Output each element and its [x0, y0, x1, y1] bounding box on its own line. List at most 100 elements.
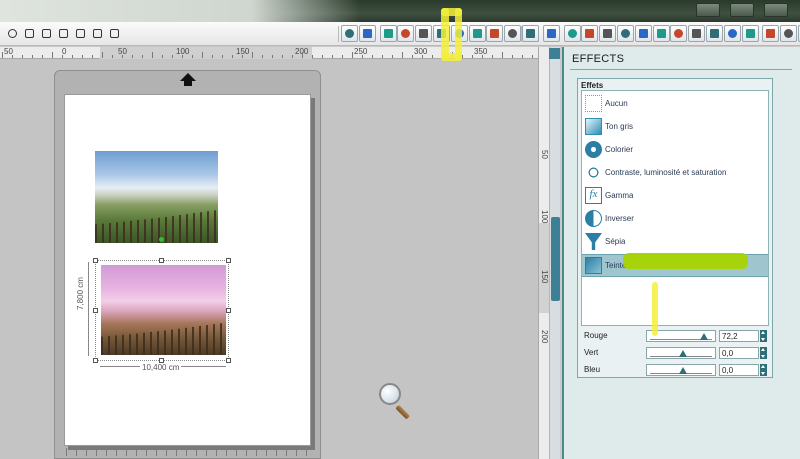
tablet-icon[interactable] [741, 25, 759, 42]
collapse-panel-icon[interactable] [549, 48, 560, 59]
photo-original[interactable] [95, 151, 218, 243]
spin-buttons[interactable] [760, 364, 767, 376]
resize-handle[interactable] [226, 358, 231, 363]
resize-handle[interactable] [93, 308, 98, 313]
align-icon[interactable] [634, 25, 652, 42]
zoom-out-icon[interactable] [55, 25, 72, 42]
octagon-icon[interactable] [468, 25, 486, 42]
frame-icon[interactable] [379, 25, 397, 42]
tint-value-field[interactable]: 0,0 [719, 347, 759, 359]
effect-item[interactable]: Ton gris [582, 116, 768, 139]
spin-buttons[interactable] [760, 347, 767, 359]
layers-icon[interactable] [652, 25, 670, 42]
move-icon[interactable] [542, 25, 560, 42]
resize-icon[interactable] [581, 25, 599, 42]
crop-icon[interactable] [599, 25, 617, 42]
ruler-tick [462, 55, 463, 58]
zoom-area-icon[interactable] [72, 25, 89, 42]
grid2-icon[interactable] [762, 25, 780, 42]
hand-pointer-icon[interactable] [89, 25, 106, 42]
fit-page-icon[interactable] [106, 25, 123, 42]
ruler-tick [512, 55, 513, 58]
redo-icon[interactable] [4, 25, 21, 42]
ruler-label: 100 [540, 210, 549, 224]
hexagon-icon[interactable] [415, 25, 433, 42]
grid-icon[interactable] [706, 25, 723, 42]
vertical-scrollbar[interactable] [549, 47, 560, 459]
resize-handle[interactable] [93, 258, 98, 263]
effect-item[interactable]: fx Gamma [582, 185, 768, 208]
page-bottom-ticks [66, 448, 316, 456]
ruler-tick [92, 55, 93, 58]
scrollbar-thumb[interactable] [551, 217, 560, 301]
ruler-tick [422, 55, 423, 58]
hand-pointer-icon-glyph [93, 29, 102, 38]
selection-frame[interactable] [95, 260, 229, 361]
panel-divider [570, 69, 792, 70]
hand-icon[interactable] [21, 25, 38, 42]
crop-icon-glyph [603, 29, 613, 38]
eraser-icon-glyph [784, 29, 794, 38]
eraser-icon[interactable] [780, 25, 798, 42]
effect-item[interactable]: Aucun [582, 93, 768, 116]
pentagon-icon[interactable] [397, 25, 415, 42]
ruler-tick [312, 55, 313, 58]
text-icon[interactable] [522, 25, 539, 42]
page-icon[interactable] [670, 25, 688, 42]
window-icon-glyph [362, 29, 372, 38]
move-icon-glyph [546, 29, 556, 38]
titlebar-highlight [0, 0, 360, 22]
slider-knob[interactable] [679, 367, 687, 374]
ruler-tick [72, 55, 73, 58]
yellow-highlight-mark [441, 53, 462, 61]
window-button[interactable] [696, 3, 720, 17]
magnifier-icon[interactable] [379, 383, 401, 405]
resize-handle[interactable] [93, 358, 98, 363]
page-up-icon-stem [184, 80, 192, 86]
ruler-tick [82, 55, 83, 58]
ruler-tick [2, 52, 3, 58]
fx-icon: fx [585, 187, 602, 204]
tint-slider[interactable] [646, 347, 716, 359]
resize-handle[interactable] [226, 308, 231, 313]
stamp-icon[interactable] [341, 25, 358, 42]
align-icon-glyph [638, 29, 648, 38]
panel-title: EFFECTS [572, 53, 625, 65]
tint-value-field[interactable]: 0,0 [719, 364, 759, 376]
tint-value-field[interactable]: 72,2 [719, 330, 759, 342]
ruler-tick [12, 55, 13, 58]
effect-item[interactable]: Sépia [582, 231, 768, 254]
ruler-tick [302, 52, 303, 58]
window-button[interactable] [764, 3, 788, 17]
resize-handle[interactable] [226, 258, 231, 263]
window-button[interactable] [730, 3, 754, 17]
effect-item[interactable]: Contraste, luminosité et saturation [582, 162, 768, 185]
effect-label: Colorier [605, 145, 634, 154]
ruler-tick [252, 52, 253, 58]
tint-control-label: Rouge [584, 331, 608, 340]
tint-slider[interactable] [646, 364, 716, 376]
rotate-handle[interactable] [159, 237, 164, 242]
slider-knob[interactable] [679, 350, 687, 357]
effect-label: Inverser [605, 214, 634, 223]
slider-knob[interactable] [700, 333, 708, 340]
rotate-icon[interactable] [563, 25, 581, 42]
effects-icon[interactable] [688, 25, 706, 42]
height-dimension-label: 7,800 cm [76, 277, 85, 310]
window-icon[interactable] [358, 25, 376, 42]
sun-icon [585, 164, 602, 181]
flip-icon[interactable] [617, 25, 634, 42]
ruler-label: 350 [474, 47, 488, 56]
ruler-tick [492, 55, 493, 58]
effect-item[interactable]: Colorier [582, 139, 768, 162]
resize-handle[interactable] [159, 258, 164, 263]
ruler-tick [132, 55, 133, 58]
phone-icon[interactable] [723, 25, 741, 42]
zoom-in-icon[interactable] [38, 25, 55, 42]
tint-icon [585, 257, 602, 274]
equals-icon[interactable] [504, 25, 522, 42]
lines-icon[interactable] [486, 25, 504, 42]
effect-item[interactable]: Inverser [582, 208, 768, 231]
tint-control-row: Rouge 72,2 [578, 329, 768, 343]
spin-buttons[interactable] [760, 330, 767, 342]
